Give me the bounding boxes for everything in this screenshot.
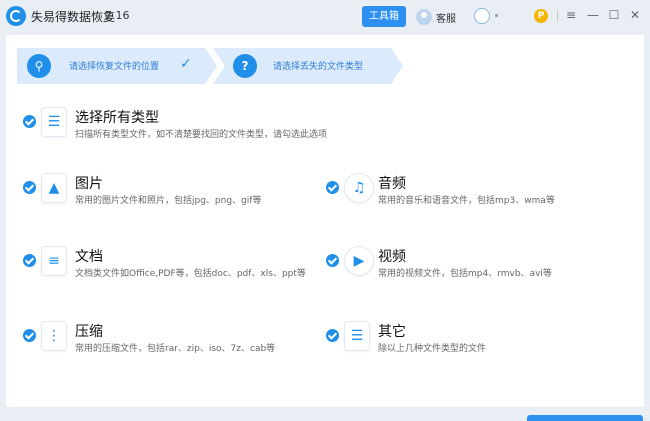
checkbox-archive-checked-icon[interactable] — [23, 329, 36, 342]
menu-icon[interactable]: ≡ — [562, 6, 580, 24]
type-description: 扫描所有类型文件，如不清楚要找回的文件类型，请勾选此选项 — [75, 130, 328, 140]
titlebar-divider — [557, 10, 558, 22]
checkbox-other-checked-icon[interactable] — [326, 329, 339, 342]
app-version: 7.16 — [105, 9, 130, 22]
type-title: 图片 — [75, 176, 103, 192]
type-option-audio[interactable]: ♫ 音频 常用的音乐和语音文件，包括mp3、wma等 — [326, 173, 626, 213]
step-complete-check-icon: ✓ — [180, 56, 192, 72]
type-description: 常用的视频文件，包括mp4、rmvb、avi等 — [378, 269, 552, 279]
zip-archive-icon: ⋮ — [41, 321, 67, 351]
toolbox-button[interactable]: 工具箱 — [362, 6, 406, 27]
other-files-icon: ☰ — [344, 321, 370, 351]
type-title: 视频 — [378, 249, 406, 265]
type-description: 常用的图片文件和照片，包括jpg、png、gif等 — [75, 196, 262, 206]
next-button[interactable] — [527, 415, 643, 421]
document-icon: ≡ — [41, 246, 67, 276]
checkbox-audio-checked-icon[interactable] — [326, 181, 339, 194]
customer-service-button[interactable]: 客服 — [416, 8, 456, 26]
type-description: 文档类文件如Office,PDF等，包括doc、pdf、xls、ppt等 — [75, 269, 306, 279]
customer-service-icon — [416, 9, 432, 25]
type-description: 除以上几种文件类型的文件 — [378, 344, 487, 354]
type-title: 文档 — [75, 249, 103, 265]
user-status-dot — [495, 14, 498, 17]
step-file-type: ? 请选择丢失的文件类型 — [213, 48, 403, 84]
all-types-icon: ☰ — [41, 107, 67, 137]
checkbox-video-checked-icon[interactable] — [326, 254, 339, 267]
customer-service-label: 客服 — [436, 13, 456, 25]
main-panel: ⚲ 请选择恢复文件的位置 ✓ ? 请选择丢失的文件类型 ☰ 选择所有类型 扫描所… — [6, 35, 644, 407]
close-icon[interactable]: ✕ — [626, 6, 644, 24]
checkbox-all-checked-icon[interactable] — [23, 115, 36, 128]
type-title: 音频 — [378, 176, 406, 192]
type-option-archive[interactable]: ⋮ 压缩 常用的压缩文件，包括rar、zip、iso、7z、cab等 — [23, 321, 323, 361]
step-progress: ⚲ 请选择恢复文件的位置 ✓ ? 请选择丢失的文件类型 — [17, 48, 407, 84]
app-logo-icon — [6, 6, 26, 26]
question-icon: ? — [233, 54, 257, 78]
type-description: 常用的音乐和语音文件，包括mp3、wma等 — [378, 196, 555, 206]
step-location-label: 请选择恢复文件的位置 — [69, 62, 160, 72]
user-avatar-icon[interactable] — [474, 8, 490, 24]
vip-icon[interactable]: P — [534, 9, 548, 23]
type-description: 常用的压缩文件，包括rar、zip、iso、7z、cab等 — [75, 344, 276, 354]
title-bar: 失易得数据恢复 7.16 工具箱 客服 P ≡ — ☐ ✕ — [0, 0, 650, 33]
type-title: 压缩 — [75, 324, 103, 340]
image-icon: ▲ — [41, 173, 67, 203]
type-option-other[interactable]: ☰ 其它 除以上几种文件类型的文件 — [326, 321, 626, 361]
checkbox-document-checked-icon[interactable] — [23, 254, 36, 267]
checkbox-image-checked-icon[interactable] — [23, 181, 36, 194]
type-option-all[interactable]: ☰ 选择所有类型 扫描所有类型文件，如不清楚要找回的文件类型，请勾选此选项 — [23, 107, 343, 147]
type-option-document[interactable]: ≡ 文档 文档类文件如Office,PDF等，包括doc、pdf、xls、ppt… — [23, 246, 323, 286]
type-option-video[interactable]: ▶ 视频 常用的视频文件，包括mp4、rmvb、avi等 — [326, 246, 626, 286]
type-title: 选择所有类型 — [75, 110, 159, 126]
step-location[interactable]: ⚲ 请选择恢复文件的位置 ✓ — [17, 48, 217, 84]
video-play-icon: ▶ — [344, 246, 374, 276]
location-pin-icon: ⚲ — [27, 54, 51, 78]
step-file-type-label: 请选择丢失的文件类型 — [273, 62, 364, 72]
music-note-icon: ♫ — [344, 173, 374, 203]
minimize-icon[interactable]: — — [584, 6, 602, 24]
type-option-image[interactable]: ▲ 图片 常用的图片文件和照片，包括jpg、png、gif等 — [23, 173, 313, 213]
app-title: 失易得数据恢复 — [31, 10, 116, 24]
maximize-icon[interactable]: ☐ — [605, 6, 623, 24]
type-title: 其它 — [378, 324, 406, 340]
